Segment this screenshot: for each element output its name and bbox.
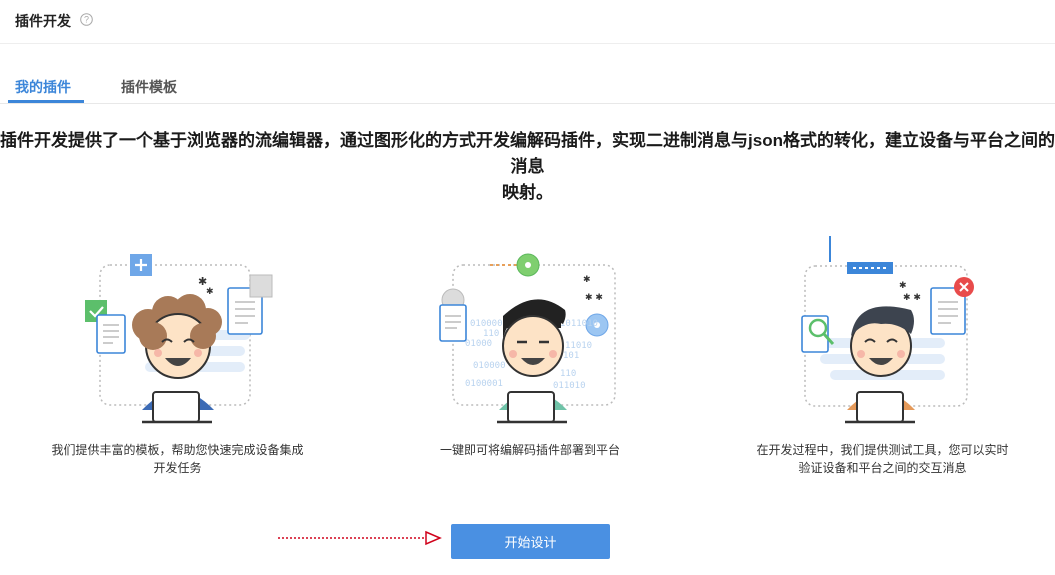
page-title: 插件开发 [15, 13, 71, 29]
feature-caption-line: 验证设备和平台之间的交互消息 [798, 461, 967, 475]
svg-text:✱: ✱ [899, 281, 907, 291]
svg-text:✱ ✱: ✱ ✱ [903, 293, 921, 303]
active-tab-indicator [8, 100, 84, 103]
svg-text:010000: 010000 [473, 361, 506, 371]
svg-text:✱: ✱ [206, 287, 214, 297]
feature-caption-testing: 在开发过程中，我们提供测试工具，您可以实时 验证设备和平台之间的交互消息 [750, 441, 1015, 477]
pointer-arrow-icon [278, 530, 442, 546]
developer-one-click-deploy-illustration: ✱ ✱ ✱ 0100001 110 01000 1011010 010000 1… [439, 253, 616, 424]
svg-text:1011010: 1011010 [560, 319, 598, 329]
start-design-button[interactable]: 开始设计 [451, 524, 610, 559]
feature-caption-line: 我们提供丰富的模板，帮助您快速完成设备集成 [51, 443, 304, 457]
svg-text:110: 110 [560, 369, 576, 379]
page-header: 插件开发 ? [0, 0, 1055, 44]
feature-caption-line: 开发任务 [153, 461, 202, 475]
svg-text:✱ ✱: ✱ ✱ [585, 293, 603, 303]
svg-text:?: ? [84, 15, 89, 25]
feature-caption-line: 在开发过程中，我们提供测试工具，您可以实时 [756, 443, 1009, 457]
svg-text:✱: ✱ [583, 275, 591, 285]
svg-text:0100001: 0100001 [465, 379, 503, 389]
tab-my-plugins[interactable]: 我的插件 [15, 77, 71, 97]
svg-text:11010: 11010 [565, 341, 592, 351]
intro-line-1: 插件开发提供了一个基于浏览器的流编辑器，通过图形化的方式开发编解码插件，实现二进… [0, 131, 1055, 176]
svg-text:101: 101 [563, 351, 579, 361]
svg-text:01000: 01000 [465, 339, 492, 349]
feature-caption-templates: 我们提供丰富的模板，帮助您快速完成设备集成 开发任务 [40, 441, 315, 477]
svg-text:011010: 011010 [553, 381, 586, 391]
tab-bar: 我的插件 插件模板 [0, 66, 1055, 104]
svg-text:0100001: 0100001 [470, 319, 508, 329]
developer-with-templates-illustration: ✱ ✱ [85, 254, 273, 424]
feature-caption-deploy: 一键即可将编解码插件部署到平台 [400, 441, 660, 459]
intro-line-2: 映射。 [502, 183, 553, 202]
feature-caption-line: 一键即可将编解码插件部署到平台 [439, 443, 620, 457]
svg-text:110: 110 [483, 329, 499, 339]
question-circle-icon[interactable]: ? [80, 13, 93, 26]
tab-plugin-templates[interactable]: 插件模板 [121, 77, 177, 97]
intro-text: 插件开发提供了一个基于浏览器的流编辑器，通过图形化的方式开发编解码插件，实现二进… [0, 128, 1055, 206]
developer-testing-tools-illustration: ✱ ✱ ✱ [801, 236, 974, 424]
